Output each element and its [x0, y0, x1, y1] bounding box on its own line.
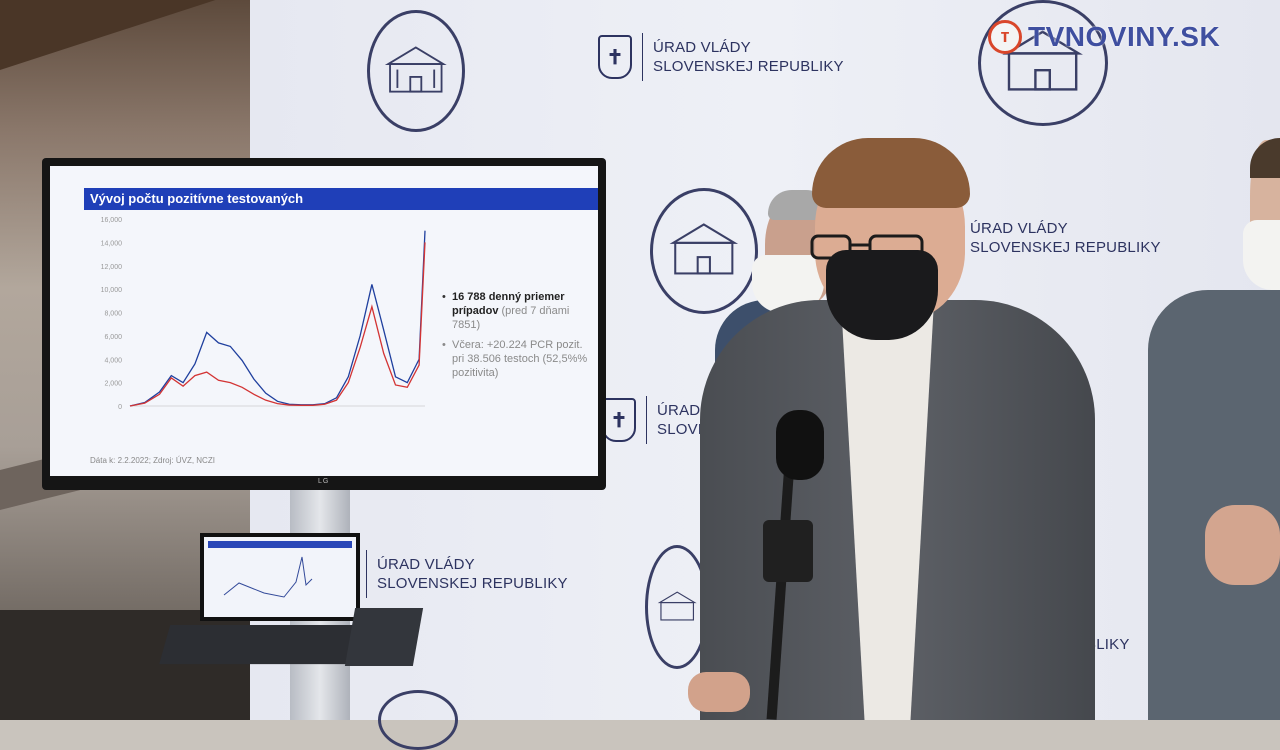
- y-tick-label: 14,000: [101, 240, 123, 247]
- tvnoviny-watermark: т TVNOVINY.SK: [988, 20, 1220, 54]
- y-tick-label: 6,000: [104, 334, 122, 341]
- speaker-hair: [812, 138, 970, 208]
- positive-cases-chart: 0 2,000 4,000 6,000 8,000 10,000 12,000 14,000 1…: [101, 217, 426, 411]
- laptop-chart-thumbnail: [223, 556, 313, 598]
- slovak-crest-icon: ✝: [598, 35, 632, 79]
- government-logo: ÚRAD VLÁDY SLOVENSKEJ REPUBLIKY: [366, 550, 568, 598]
- lectern: [344, 608, 424, 666]
- microphone-icon: [776, 410, 824, 480]
- government-seal-icon: [378, 690, 458, 750]
- government-seal-icon: [367, 10, 465, 132]
- logo-line2: SLOVENSKEJ REPUBLIKY: [377, 575, 568, 592]
- y-tick-label: 2,000: [104, 381, 122, 388]
- tv-screen: Vývoj počtu pozitívne testovaných 0 2,000…: [50, 166, 598, 476]
- government-logo: ✝ ÚRAD VLÁDY SLOVENSKEJ REPUBLIKY: [598, 33, 844, 81]
- laptop-keyboard: [159, 625, 366, 665]
- slide-bullets: 16 788 denný priemer prípadov (pred 7 dň…: [442, 290, 592, 386]
- y-tick-label: 16,000: [101, 217, 123, 224]
- government-seal-icon: [650, 188, 758, 314]
- government-logo: ÚRAD VLÁDY SLOVENSKEJ REPUBLIKY: [970, 219, 1161, 257]
- tvnoviny-logo-text: TVNOVINY.SK: [1028, 21, 1221, 52]
- laptop-display: [204, 537, 356, 617]
- y-tick-label: 10,000: [101, 287, 123, 294]
- logo-divider: [646, 396, 647, 444]
- speaker-hand: [688, 672, 750, 712]
- microphone-clip: [763, 520, 813, 582]
- y-tick-label: 12,000: [101, 264, 123, 271]
- logo-line2: SLOVENSKEJ REPUBLIKY: [970, 239, 1161, 256]
- black-face-mask: [826, 250, 938, 340]
- logo-line1: ÚRAD VLÁDY: [970, 220, 1068, 237]
- logo-line1: ÚRAD VLÁDY: [653, 39, 751, 56]
- tv-brand-logo: LG: [318, 478, 330, 485]
- y-tick-label: 0: [118, 404, 122, 411]
- logo-divider: [642, 33, 643, 81]
- slovak-crest-icon: ✝: [602, 398, 636, 442]
- logo-divider: [366, 550, 367, 598]
- logo-line2: SLOVENSKEJ REPUBLIKY: [653, 58, 844, 75]
- person-right-body: [1148, 290, 1280, 720]
- bullet-yesterday: Včera: +20.224 PCR pozit. pri 38.506 tes…: [442, 338, 592, 380]
- y-tick-label: 4,000: [104, 357, 122, 364]
- laptop-slide-title-bar: [208, 541, 352, 548]
- logo-line1: ÚRAD VLÁDY: [377, 556, 475, 573]
- slide-source: Dáta k: 2.2.2022; Zdroj: ÚVZ, NCZI: [90, 456, 215, 465]
- tvnoviny-logo-icon: т: [988, 20, 1022, 54]
- person-right-hands: [1205, 505, 1280, 585]
- y-tick-label: 8,000: [104, 311, 122, 318]
- series-line-2: [129, 242, 426, 407]
- government-seal-icon: [978, 0, 1108, 126]
- bullet-daily-average: 16 788 denný priemer prípadov (pred 7 dň…: [442, 290, 592, 332]
- slide-title: Vývoj počtu pozitívne testovaných: [84, 188, 598, 210]
